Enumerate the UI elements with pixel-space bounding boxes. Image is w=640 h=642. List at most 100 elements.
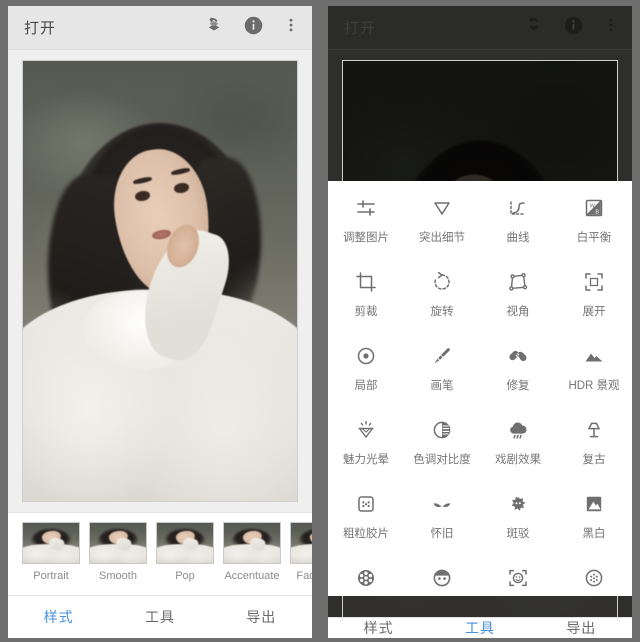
- nav-tab-export[interactable]: 导出: [531, 618, 632, 638]
- nav-tab-tools[interactable]: 工具: [109, 607, 210, 627]
- dual-screenshot-comparison: 打开 Portrait Smooth Pop Accentuate Fa 样式 …: [0, 0, 640, 642]
- nav-tab-tools[interactable]: 工具: [429, 618, 530, 638]
- tool-label: 修复: [506, 380, 530, 392]
- tool-tonal-contrast[interactable]: 色调对比度: [404, 407, 480, 477]
- grainy-film-icon: [354, 491, 378, 517]
- svg-text:B: B: [595, 210, 599, 216]
- filter-preset-item[interactable]: Pop: [156, 522, 214, 582]
- tool-white-balance[interactable]: W B 白平衡: [556, 185, 632, 255]
- filter-preset-item[interactable]: Smooth: [89, 522, 147, 582]
- filter-thumb-photo: [291, 523, 312, 563]
- filter-thumbnail[interactable]: [223, 522, 281, 564]
- tool-hdr-landscape[interactable]: HDR 景观: [556, 333, 632, 403]
- filter-preset-item[interactable]: Faded Gl: [290, 522, 312, 582]
- black-white-icon: [582, 491, 606, 517]
- page-title: 打开: [344, 20, 377, 37]
- filter-label: Pop: [175, 570, 195, 582]
- page-title: 打开: [24, 20, 57, 37]
- expand-icon: [582, 269, 606, 295]
- bottom-navigation[interactable]: 样式 工具 导出: [8, 595, 312, 638]
- filter-thumbnail[interactable]: [156, 522, 214, 564]
- filter-thumbnail[interactable]: [290, 522, 312, 564]
- left-app-bar: 打开: [8, 6, 312, 50]
- tool-crop[interactable]: 剪裁: [328, 259, 404, 329]
- tool-rotate[interactable]: 旋转: [404, 259, 480, 329]
- filter-label: Faded Gl: [296, 570, 312, 582]
- tool-face-beauty[interactable]: 美颜: [404, 555, 480, 596]
- photo-portrait-woman: [23, 61, 297, 501]
- filter-preset-item[interactable]: Accentuate: [223, 522, 281, 582]
- tool-curves[interactable]: 曲线: [480, 185, 556, 255]
- tool-label: 白平衡: [576, 232, 612, 244]
- lens-blur-icon: [582, 565, 606, 591]
- brush-icon: [430, 343, 454, 369]
- tool-noir[interactable]: 黑白电影: [328, 555, 404, 596]
- retrolux-moustache-icon: [430, 491, 454, 517]
- tool-selective[interactable]: 局部: [328, 333, 404, 403]
- tool-healing[interactable]: 修复: [480, 333, 556, 403]
- tune-sliders-icon: [354, 195, 378, 221]
- tool-drama[interactable]: 戏剧效果: [480, 407, 556, 477]
- tool-expand[interactable]: 展开: [556, 259, 632, 329]
- revert-layers-icon[interactable]: [203, 14, 225, 41]
- filter-presets-strip[interactable]: Portrait Smooth Pop Accentuate Fa: [8, 512, 312, 595]
- info-icon[interactable]: [563, 15, 584, 41]
- white-balance-icon: W B: [582, 195, 606, 221]
- filter-thumb-photo: [157, 523, 213, 563]
- tool-details[interactable]: 突出细节: [404, 185, 480, 255]
- tool-label: 粗粒胶片: [343, 528, 389, 540]
- details-triangle-icon: [430, 195, 454, 221]
- filter-thumb-photo: [90, 523, 146, 563]
- tool-vintage[interactable]: 复古: [556, 407, 632, 477]
- tool-label: 突出细节: [419, 232, 465, 244]
- filter-label: Portrait: [33, 570, 69, 582]
- tools-grid: 调整图片 突出细节 曲线 W B 白平衡 剪裁 旋转 视角 展开 局部 画笔 修…: [328, 185, 632, 596]
- nav-tab-export[interactable]: 导出: [211, 607, 312, 627]
- app-bar-actions: [523, 14, 620, 41]
- rotate-icon: [430, 269, 454, 295]
- overflow-menu-icon[interactable]: [602, 15, 620, 40]
- tool-label: 斑驳: [506, 528, 530, 540]
- filter-preset-item[interactable]: Portrait: [22, 522, 80, 582]
- right-app-window: 打开 调整图片 突出细节 曲线 W B 白平衡 剪裁 旋转 视角 展开 局部 画…: [328, 6, 632, 638]
- filter-thumbnail[interactable]: [22, 522, 80, 564]
- tool-retrolux[interactable]: 怀旧: [404, 481, 480, 551]
- hdr-landscape-icon: [582, 343, 606, 369]
- bottom-navigation[interactable]: 样式 工具 导出: [328, 617, 632, 638]
- filter-thumbnail[interactable]: [89, 522, 147, 564]
- tool-label: HDR 景观: [568, 380, 620, 392]
- tool-grainy-film[interactable]: 粗粒胶片: [328, 481, 404, 551]
- tool-perspective[interactable]: 视角: [480, 259, 556, 329]
- nav-tab-styles[interactable]: 样式: [8, 607, 109, 627]
- tool-lens-blur[interactable]: 镜头模糊: [556, 555, 632, 596]
- revert-layers-icon[interactable]: [523, 14, 545, 41]
- tool-tune-image[interactable]: 调整图片: [328, 185, 404, 255]
- photo-stage[interactable]: [8, 50, 312, 512]
- selective-icon: [354, 343, 378, 369]
- left-app-window: 打开 Portrait Smooth Pop Accentuate Fa 样式 …: [8, 6, 312, 638]
- tool-head-pose[interactable]: 头部姿势: [480, 555, 556, 596]
- perspective-icon: [506, 269, 530, 295]
- tools-sheet[interactable]: 调整图片 突出细节 曲线 W B 白平衡 剪裁 旋转 视角 展开 局部 画笔 修…: [328, 181, 632, 596]
- tool-glamour-glow[interactable]: 魅力光晕: [328, 407, 404, 477]
- tool-label: 剪裁: [354, 306, 378, 318]
- info-icon[interactable]: [243, 15, 264, 41]
- edited-photo[interactable]: [22, 60, 298, 502]
- tool-label: 复古: [582, 454, 606, 466]
- overflow-menu-icon[interactable]: [282, 15, 300, 40]
- svg-text:W: W: [590, 203, 596, 209]
- left-phone-panel: 打开 Portrait Smooth Pop Accentuate Fa 样式 …: [0, 0, 320, 642]
- tool-label: 旋转: [430, 306, 454, 318]
- tool-grunge[interactable]: 斑驳: [480, 481, 556, 551]
- tool-label: 色调对比度: [413, 454, 471, 466]
- filter-thumb-photo: [23, 523, 79, 563]
- face-beauty-icon: [430, 565, 454, 591]
- noir-film-reel-icon: [354, 565, 378, 591]
- tool-label: 曲线: [506, 232, 530, 244]
- tool-label: 魅力光晕: [343, 454, 389, 466]
- filter-label: Accentuate: [224, 570, 280, 582]
- tool-brush[interactable]: 画笔: [404, 333, 480, 403]
- tool-black-white[interactable]: 黑白: [556, 481, 632, 551]
- nav-tab-styles[interactable]: 样式: [328, 618, 429, 638]
- healing-icon: [506, 343, 530, 369]
